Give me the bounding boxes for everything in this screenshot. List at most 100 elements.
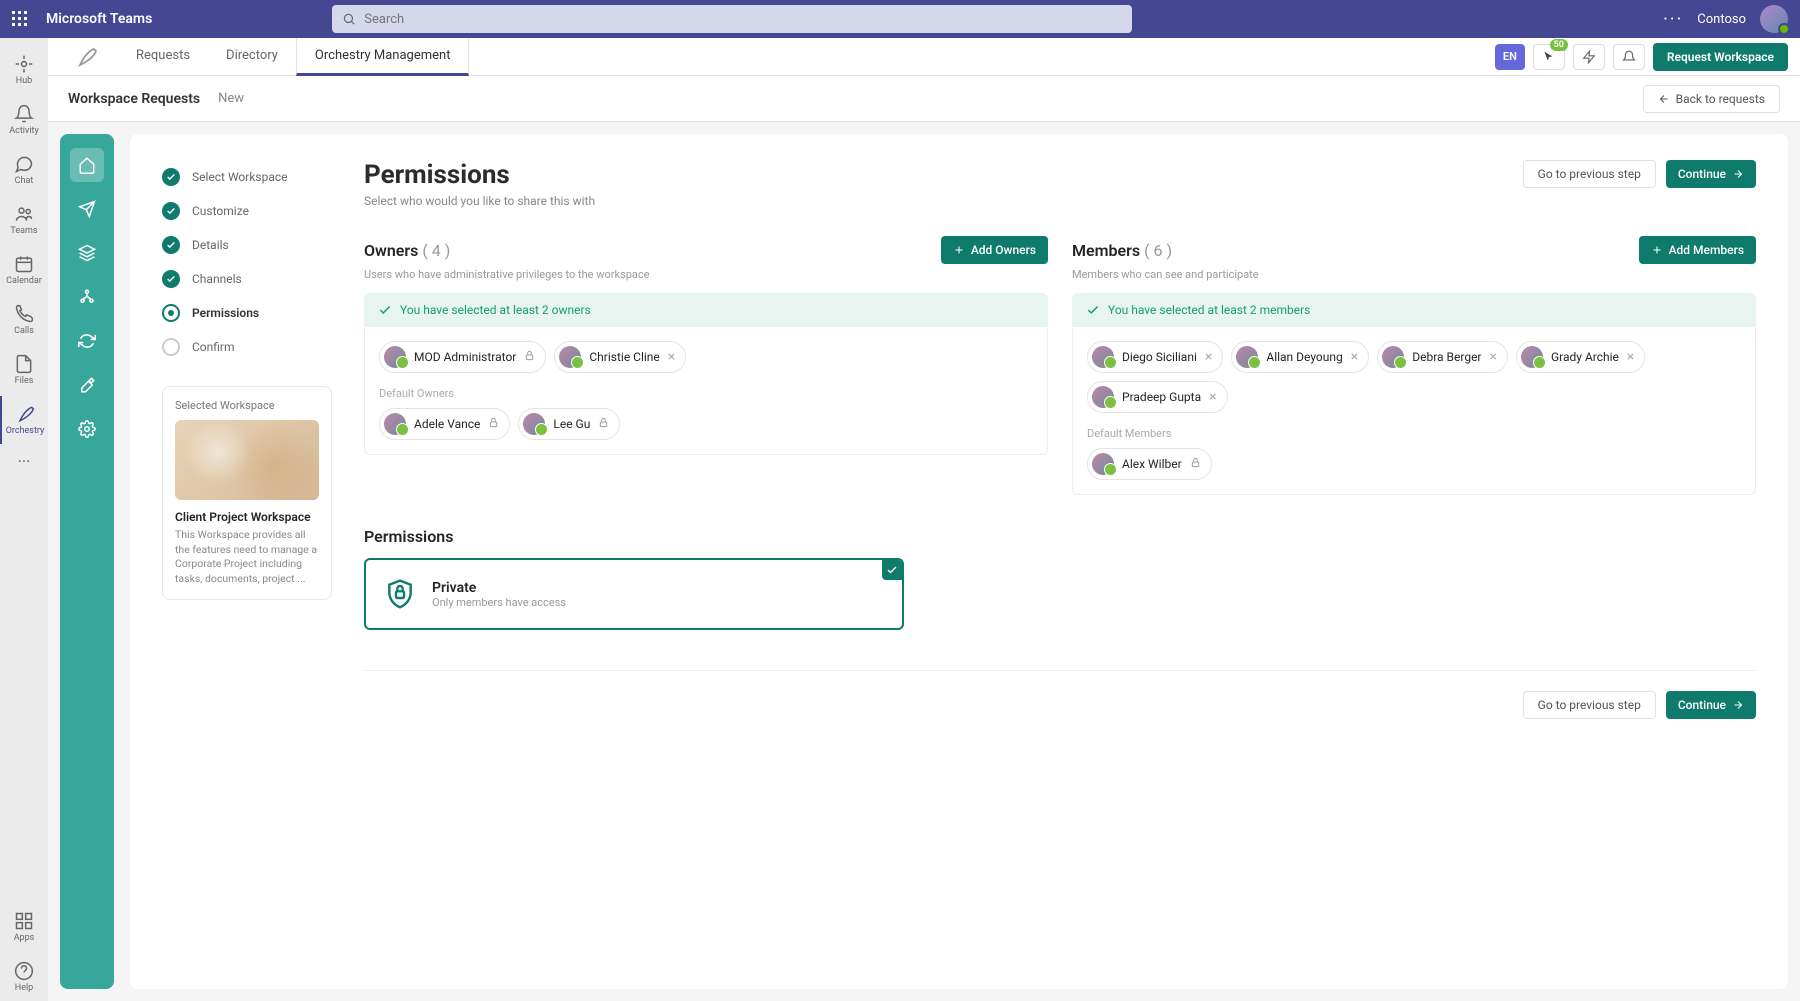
members-section: Members ( 6 ) Add Members Members who ca…: [1072, 236, 1756, 495]
sn-layers[interactable]: [70, 236, 104, 270]
remove-icon[interactable]: ×: [668, 349, 675, 365]
sn-settings[interactable]: [70, 412, 104, 446]
permission-option-private[interactable]: Private Only members have access: [364, 558, 904, 630]
step-details[interactable]: Details: [162, 228, 332, 262]
waffle-icon[interactable]: [12, 11, 28, 27]
user-chip: Christie Cline×: [554, 341, 686, 373]
breadcrumb-current: New: [218, 91, 244, 106]
user-chip: Debra Berger×: [1377, 341, 1508, 373]
arrow-right-icon: [1732, 699, 1744, 711]
shield-lock-icon: [384, 578, 416, 610]
avatar: [384, 413, 406, 435]
remove-icon[interactable]: ×: [1209, 389, 1216, 405]
plus-icon: [953, 244, 965, 256]
sn-tools[interactable]: [70, 368, 104, 402]
add-owners-button[interactable]: Add Owners: [941, 236, 1048, 264]
bolt-pill[interactable]: [1573, 44, 1605, 70]
search-box[interactable]: [332, 5, 1132, 33]
remove-icon[interactable]: ×: [1205, 349, 1212, 365]
app-logo-icon: [74, 45, 98, 69]
remove-icon[interactable]: ×: [1351, 349, 1358, 365]
content: Select WorkspaceCustomizeDetailsChannels…: [130, 134, 1788, 989]
step-channels[interactable]: Channels: [162, 262, 332, 296]
rail-calendar[interactable]: Calendar: [0, 246, 48, 294]
user-chip: Adele Vance: [379, 408, 510, 440]
rail-more[interactable]: ···: [0, 446, 48, 476]
remove-icon[interactable]: ×: [1627, 349, 1634, 365]
app-rail: Hub Activity Chat Teams Calendar Calls F…: [0, 38, 48, 1001]
org-name: Contoso: [1697, 12, 1746, 27]
user-chip: Diego Siciliani×: [1087, 341, 1223, 373]
breadcrumb-title: Workspace Requests: [68, 91, 200, 107]
bell-pill[interactable]: [1613, 44, 1645, 70]
avatar: [1092, 386, 1114, 408]
sn-refresh[interactable]: [70, 324, 104, 358]
user-chip: Lee Gu: [518, 408, 620, 440]
sn-send[interactable]: [70, 192, 104, 226]
app-title: Microsoft Teams: [46, 11, 152, 27]
avatar: [1236, 346, 1258, 368]
avatar: [523, 413, 545, 435]
breadcrumb: Workspace Requests New Back to requests: [48, 76, 1800, 122]
selected-workspace-card: Selected Workspace Client Project Worksp…: [162, 386, 332, 600]
back-to-requests-button[interactable]: Back to requests: [1643, 85, 1780, 113]
lock-icon: [488, 417, 499, 431]
search-input[interactable]: [364, 12, 1122, 27]
lang-pill[interactable]: EN: [1495, 44, 1525, 70]
prev-step-button-bottom[interactable]: Go to previous step: [1523, 691, 1656, 719]
rail-calls[interactable]: Calls: [0, 296, 48, 344]
sn-home[interactable]: [70, 148, 104, 182]
continue-button[interactable]: Continue: [1666, 160, 1756, 188]
search-icon: [342, 12, 356, 26]
tabbar: Requests Directory Orchestry Management …: [48, 38, 1800, 76]
avatar: [559, 346, 581, 368]
page-title: Permissions: [364, 160, 595, 190]
more-icon[interactable]: ···: [1663, 9, 1683, 30]
rail-orchestry[interactable]: Orchestry: [0, 396, 48, 444]
remove-icon[interactable]: ×: [1490, 349, 1497, 365]
lock-icon: [1190, 457, 1201, 471]
cursor-pill[interactable]: 50: [1533, 44, 1565, 70]
topbar: Microsoft Teams ··· Contoso: [0, 0, 1800, 38]
avatar: [1521, 346, 1543, 368]
rail-chat[interactable]: Chat: [0, 146, 48, 194]
arrow-left-icon: [1658, 93, 1670, 105]
page-subtitle: Select who would you like to share this …: [364, 194, 595, 208]
continue-button-bottom[interactable]: Continue: [1666, 691, 1756, 719]
user-chip: Allan Deyoung×: [1231, 341, 1369, 373]
wizard-steps: Select WorkspaceCustomizeDetailsChannels…: [162, 160, 332, 963]
request-workspace-button[interactable]: Request Workspace: [1653, 43, 1788, 71]
step-customize[interactable]: Customize: [162, 194, 332, 228]
members-success: You have selected at least 2 members: [1072, 293, 1756, 327]
tab-requests[interactable]: Requests: [118, 38, 208, 76]
lock-icon: [598, 417, 609, 431]
sn-org[interactable]: [70, 280, 104, 314]
step-permissions[interactable]: Permissions: [162, 296, 332, 330]
permissions-title: Permissions: [364, 527, 1756, 546]
avatar: [384, 346, 406, 368]
tab-directory[interactable]: Directory: [208, 38, 296, 76]
side-nav: [60, 134, 114, 989]
avatar: [1092, 346, 1114, 368]
plus-icon: [1651, 244, 1663, 256]
rail-activity[interactable]: Activity: [0, 96, 48, 144]
rail-hub[interactable]: Hub: [0, 46, 48, 94]
rail-apps[interactable]: Apps: [0, 903, 48, 951]
user-avatar[interactable]: [1760, 5, 1788, 33]
avatar: [1382, 346, 1404, 368]
step-confirm[interactable]: Confirm: [162, 330, 332, 364]
user-chip: MOD Administrator: [379, 341, 546, 373]
rail-help[interactable]: Help: [0, 953, 48, 1001]
step-select-workspace[interactable]: Select Workspace: [162, 160, 332, 194]
user-chip: Grady Archie×: [1516, 341, 1645, 373]
user-chip: Alex Wilber: [1087, 448, 1212, 480]
rail-teams[interactable]: Teams: [0, 196, 48, 244]
prev-step-button[interactable]: Go to previous step: [1523, 160, 1656, 188]
check-badge-icon: [882, 560, 902, 580]
avatar: [1092, 453, 1114, 475]
user-chip: Pradeep Gupta×: [1087, 381, 1228, 413]
lock-icon: [524, 350, 535, 364]
rail-files[interactable]: Files: [0, 346, 48, 394]
add-members-button[interactable]: Add Members: [1639, 236, 1756, 264]
tab-orchestry-management[interactable]: Orchestry Management: [296, 38, 470, 76]
